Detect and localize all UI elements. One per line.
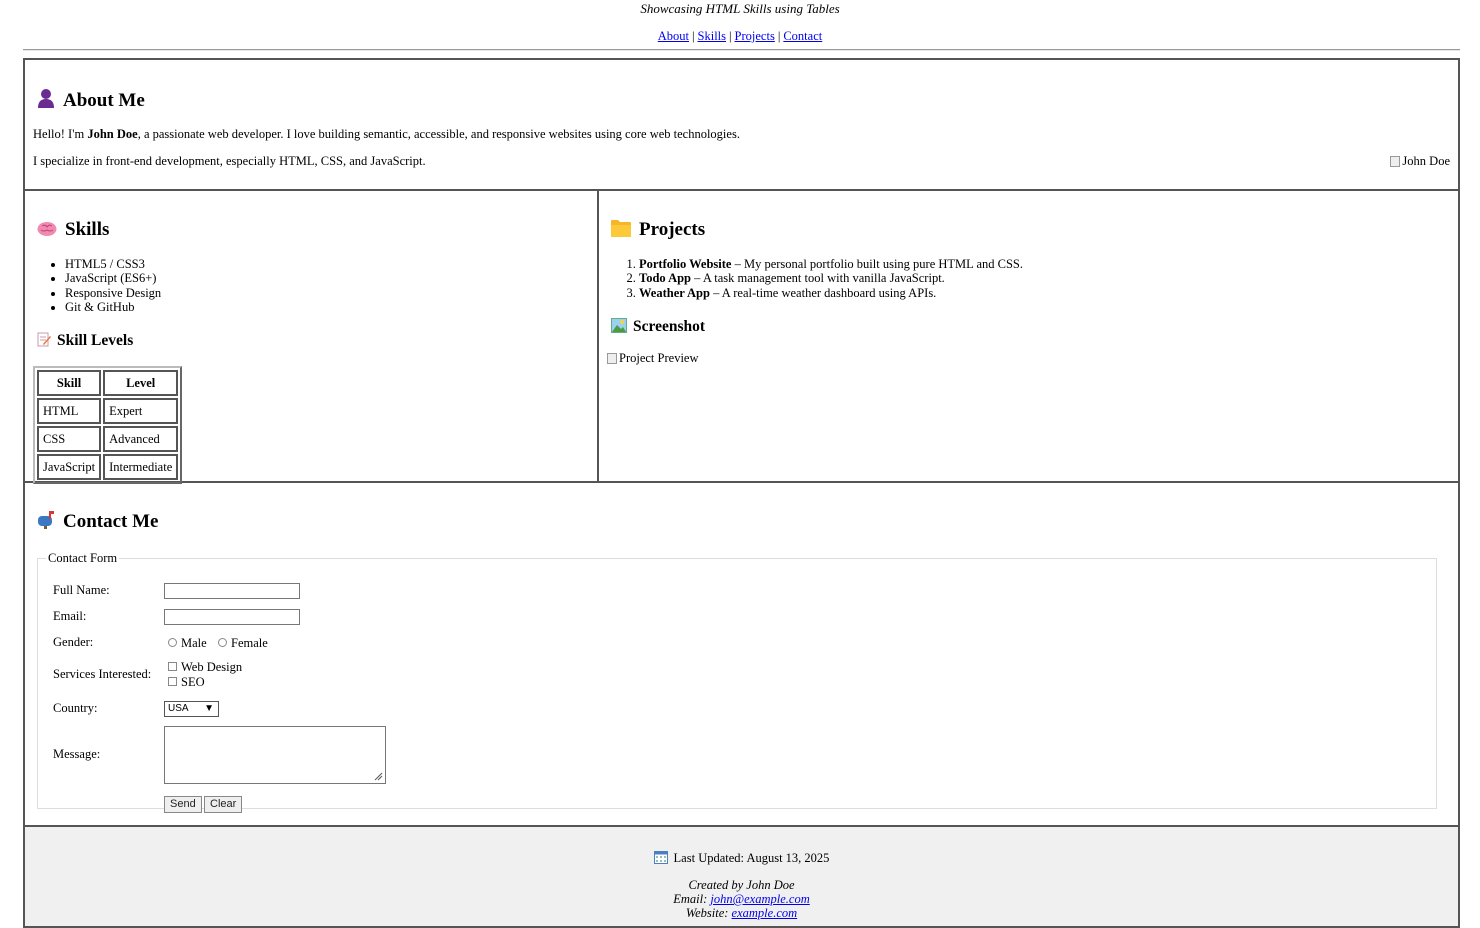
- broken-image-icon: [607, 353, 617, 364]
- column-header: Level: [103, 370, 179, 396]
- email-input[interactable]: [164, 609, 300, 625]
- contact-section: Contact Me Contact Form Full Name: Email…: [25, 483, 1458, 827]
- broken-image-icon: [1390, 156, 1401, 167]
- country-select[interactable]: USA ▼: [164, 701, 219, 717]
- website-link[interactable]: example.com: [732, 906, 798, 920]
- table-cell: JavaScript: [37, 454, 102, 480]
- brain-icon: [37, 221, 57, 243]
- about-specialize: I specialize in front-end development, e…: [33, 154, 426, 168]
- projects-heading: Projects: [611, 219, 705, 243]
- checkbox[interactable]: [168, 662, 177, 671]
- table-row: CSS Advanced: [37, 426, 179, 452]
- about-intro: Hello! I'm John Doe, a passionate web de…: [33, 127, 740, 141]
- list-item: HTML5 / CSS3: [65, 257, 161, 271]
- form-legend: Contact Form: [48, 551, 118, 565]
- calendar-icon: [653, 850, 668, 868]
- footer: Last Updated: August 13, 2025 Created by…: [25, 827, 1458, 926]
- nav-link-projects[interactable]: Projects: [735, 29, 775, 43]
- gender-option-female[interactable]: Female: [218, 636, 268, 651]
- list-item: Responsive Design: [65, 286, 161, 300]
- list-item: Portfolio Website – My personal portfoli…: [639, 257, 1023, 271]
- created-by: Created by John Doe: [688, 878, 795, 892]
- nav-separator: |: [692, 29, 695, 43]
- nav-separator: |: [777, 29, 781, 43]
- layout-table: About Me Hello! I'm John Doe, a passiona…: [23, 58, 1460, 928]
- header-divider: [23, 49, 1460, 51]
- message-label: Message:: [53, 747, 101, 761]
- list-item: Todo App – A task management tool with v…: [639, 271, 1023, 285]
- radio-button[interactable]: [168, 638, 177, 647]
- projects-section: Projects Portfolio Website – My personal…: [599, 191, 1458, 483]
- author-name: John Doe: [87, 127, 138, 141]
- list-item: Weather App – A real-time weather dashbo…: [639, 286, 1023, 300]
- checkbox[interactable]: [168, 677, 177, 686]
- skill-levels-heading: Skill Levels: [37, 332, 133, 352]
- skills-list: HTML5 / CSS3 JavaScript (ES6+) Responsiv…: [65, 257, 161, 314]
- nav-link-about[interactable]: About: [658, 29, 689, 43]
- country-label: Country:: [53, 701, 98, 715]
- email-label: Email:: [53, 609, 87, 623]
- table-cell: Intermediate: [103, 454, 179, 480]
- contact-heading: Contact Me: [37, 511, 159, 535]
- gender-option-male[interactable]: Male: [168, 636, 207, 651]
- email-link[interactable]: john@example.com: [710, 892, 809, 906]
- profile-photo: John Doe: [1390, 154, 1450, 169]
- footer-email: Email: john@example.com: [673, 892, 810, 906]
- list-item: Git & GitHub: [65, 300, 161, 314]
- project-preview-image: Project Preview: [607, 351, 699, 366]
- service-option-seo[interactable]: SEO: [168, 675, 205, 690]
- table-cell: CSS: [37, 426, 102, 452]
- nav-link-skills[interactable]: Skills: [698, 29, 727, 43]
- memo-icon: [37, 332, 51, 352]
- table-cell: Advanced: [103, 426, 179, 452]
- radio-button[interactable]: [218, 638, 227, 647]
- person-icon: [37, 88, 55, 114]
- nav-separator: |: [729, 29, 732, 43]
- about-section: About Me Hello! I'm John Doe, a passiona…: [25, 60, 1458, 191]
- tagline: Showcasing HTML Skills using Tables: [640, 1, 840, 16]
- table-cell: HTML: [37, 398, 102, 424]
- full-name-label: Full Name:: [53, 583, 110, 597]
- column-header: Skill: [37, 370, 102, 396]
- skills-section: Skills HTML5 / CSS3 JavaScript (ES6+) Re…: [25, 191, 599, 484]
- screenshot-heading: Screenshot: [611, 318, 705, 338]
- top-nav: About | Skills | Projects | Contact: [0, 28, 1480, 44]
- table-cell: Expert: [103, 398, 179, 424]
- services-label: Services Interested:: [53, 667, 152, 681]
- gender-label: Gender:: [53, 635, 94, 649]
- nav-link-contact[interactable]: Contact: [783, 29, 822, 43]
- last-updated: Last Updated: August 13, 2025: [25, 850, 1458, 868]
- list-item: JavaScript (ES6+): [65, 271, 161, 285]
- picture-icon: [611, 318, 627, 338]
- mailbox-icon: [37, 511, 55, 535]
- folder-icon: [611, 220, 631, 243]
- table-row: HTML Expert: [37, 398, 179, 424]
- clear-button[interactable]: Clear: [204, 796, 243, 813]
- about-heading: About Me: [37, 88, 145, 114]
- skill-levels-table: Skill Level HTML Expert CSS Advanced Jav…: [33, 366, 183, 484]
- service-option-web-design[interactable]: Web Design: [168, 660, 242, 675]
- footer-website: Website: example.com: [685, 906, 798, 920]
- message-textarea[interactable]: [164, 726, 386, 784]
- table-header-row: Skill Level: [37, 370, 179, 396]
- send-button[interactable]: Send: [164, 796, 202, 813]
- table-row: JavaScript Intermediate: [37, 454, 179, 480]
- chevron-down-icon: ▼: [204, 703, 214, 714]
- skills-heading: Skills: [37, 219, 109, 243]
- contact-form: Contact Form Full Name: Email: Gender: M…: [37, 551, 1437, 813]
- resize-handle-icon[interactable]: [374, 772, 383, 781]
- projects-list: Portfolio Website – My personal portfoli…: [639, 257, 1023, 300]
- full-name-input[interactable]: [164, 583, 300, 599]
